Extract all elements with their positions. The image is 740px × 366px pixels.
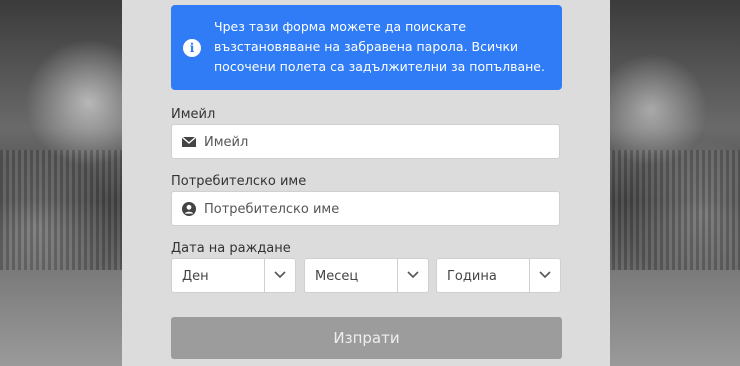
username-label: Потребителско име [171, 174, 307, 189]
username-field[interactable]: Потребителско име [171, 191, 560, 226]
email-label: Имейл [171, 107, 216, 122]
month-select-value: Месец [315, 269, 359, 284]
day-select[interactable]: Ден [171, 258, 296, 293]
user-icon [182, 202, 196, 216]
info-alert: Чрез тази форма можете да поискате възст… [171, 5, 562, 90]
email-field[interactable]: Имейл [171, 124, 560, 159]
info-alert-text: Чрез тази форма можете да поискате възст… [214, 19, 545, 74]
month-select[interactable]: Месец [304, 258, 429, 293]
info-icon [183, 39, 201, 57]
chevron-down-icon [397, 259, 428, 292]
username-placeholder: Потребителско име [204, 202, 340, 217]
birthdate-label: Дата на раждане [171, 241, 291, 256]
year-select[interactable]: Година [436, 258, 561, 293]
chevron-down-icon [529, 259, 560, 292]
email-placeholder: Имейл [204, 135, 249, 150]
password-recovery-form: Чрез тази форма можете да поискате възст… [122, 0, 610, 366]
submit-button[interactable]: Изпрати [171, 317, 562, 359]
envelope-icon [182, 136, 196, 147]
year-select-value: Година [447, 269, 497, 284]
chevron-down-icon [264, 259, 295, 292]
day-select-value: Ден [182, 269, 209, 284]
